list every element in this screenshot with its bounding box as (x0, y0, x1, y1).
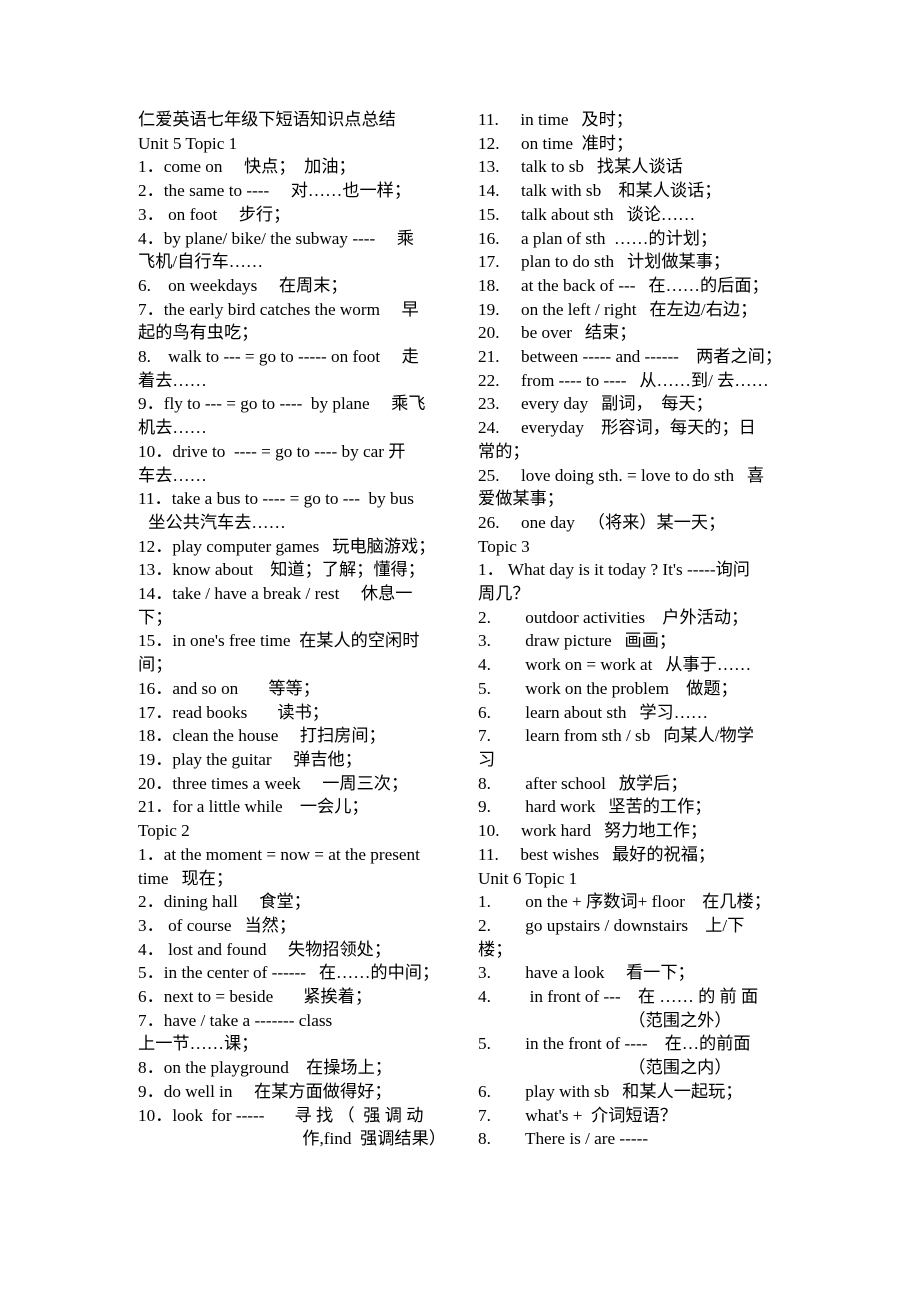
right-column-line: 9. hard work 坚苦的工作； (478, 797, 712, 817)
right-column-line: 2. go upstairs / downstairs 上/下 (478, 915, 745, 935)
left-column-line: 下； (138, 607, 173, 627)
left-column-line: 21．for a little while 一会儿； (138, 797, 369, 817)
right-column-line: 4. in front of --- 在 …… 的 前 面 (478, 987, 759, 1007)
left-column-line: 10．look for ----- 寻 找 （ 强 调 动 (138, 1105, 424, 1125)
left-column-line: 9．fly to --- = go to ---- by plane 乘飞 (138, 394, 426, 414)
right-column-line: 19. on the left / right 在左边/右边； (478, 299, 758, 319)
right-column-line: Unit 6 Topic 1 (478, 868, 578, 888)
left-column-line: 起的鸟有虫吃； (138, 323, 259, 343)
left-column-line: 机去…… (138, 418, 207, 438)
right-column-line: 1． What day is it today ? It's -----询问 (478, 560, 750, 580)
left-column-line: 7．the early bird catches the worm 早 (138, 299, 419, 319)
right-column-line: 26. one day （将来）某一天； (478, 512, 726, 532)
left-column-line: 3． of course 当然； (138, 915, 297, 935)
left-column-line: 13．know about 知道；了解；懂得； (138, 560, 425, 580)
right-column-line: 24. everyday 形容词，每天的；日 (478, 418, 756, 438)
document-page: 仁爱英语七年级下短语知识点总结 Unit 5 Topic 1 1．come on 快… (0, 0, 920, 1302)
left-column-line: 间； (138, 655, 173, 675)
right-column-line: 17. plan to do sth 计划做某事； (478, 252, 731, 272)
right-column-line: 16. a plan of sth ……的计划； (478, 228, 718, 248)
right-column-line: 6. learn about sth 学习…… (478, 702, 709, 722)
left-column-line: time 现在； (138, 868, 234, 888)
left-column-line: 20．three times a week 一周三次； (138, 773, 409, 793)
left-column-line: 着去…… (138, 370, 207, 390)
right-column-line: 7. what's + 介词短语？ (478, 1105, 677, 1125)
right-column-line: 习 (478, 749, 496, 769)
right-column-line: Topic 3 (478, 536, 530, 556)
left-column-line: 2．the same to ---- 对……也一样； (138, 181, 412, 201)
left-column-line: 8．on the playground 在操场上； (138, 1058, 392, 1078)
right-column-line: 1. on the + 序数词+ floor 在几楼； (478, 892, 771, 912)
left-column-line: 上一节……课； (138, 1034, 259, 1054)
left-column-line: 5．in the center of ------ 在……的中间； (138, 963, 440, 983)
left-column-line: 仁爱英语七年级下短语知识点总结 (138, 110, 396, 129)
right-column-line: 18. at the back of --- 在……的后面； (478, 275, 769, 295)
left-column-line: Topic 2 (138, 821, 190, 841)
left-column-line: 3． on foot 步行； (138, 204, 291, 224)
left-column-line: Unit 5 Topic 1 (138, 133, 238, 153)
left-column-line: 6. on weekdays 在周末； (138, 275, 348, 295)
right-column-line: 楼； (478, 939, 513, 959)
right-column-line: 3. have a look 看一下； (478, 963, 695, 983)
right-column-line: （范围之内） (628, 1058, 732, 1078)
left-column-line: 坐公共汽车去…… (144, 512, 286, 532)
left-column-line: 4． lost and found 失物招领处； (138, 939, 392, 959)
right-column-line: 20. be over 结束； (478, 323, 637, 343)
right-column-line: 8. after school 放学后； (478, 773, 688, 793)
left-column-line: 作,find 强调结果） (302, 1129, 446, 1149)
left-column-line: 15．in one's free time 在某人的空闲时 (138, 631, 420, 651)
right-column-line: 14. talk with sb 和某人谈话； (478, 181, 722, 201)
right-column-line: 25. love doing sth. = love to do sth 喜 (478, 465, 765, 485)
right-column-line: 22. from ---- to ---- 从……到/ 去…… (478, 370, 769, 390)
right-column-line: 7. learn from sth / sb 向某人/物学 (478, 726, 754, 746)
right-column-line: 8. There is / are ----- (478, 1129, 649, 1149)
left-column-line: 7．have / take a ------- class (138, 1010, 333, 1030)
right-column-line: 常的； (478, 441, 530, 461)
left-column-line: 18．clean the house 打扫房间； (138, 726, 386, 746)
right-column-line: 13. talk to sb 找某人谈话 (478, 157, 683, 177)
two-column-body: 仁爱英语七年级下短语知识点总结 Unit 5 Topic 1 1．come on 快… (138, 108, 812, 1151)
left-column-line: 14．take / have a break / rest 休息一 (138, 584, 413, 604)
right-column-line: 12. on time 准时； (478, 133, 634, 153)
right-column-line: 11. in time 及时； (478, 110, 633, 129)
left-column-line: 16．and so on 等等； (138, 678, 320, 698)
right-column-line: 21. between ----- and ------ 两者之间； (478, 347, 783, 367)
right-column-line: （范围之外） (628, 1010, 732, 1030)
left-column-line: 6．next to = beside 紧挨着； (138, 987, 373, 1007)
left-column-line: 12．play computer games 玩电脑游戏； (138, 536, 436, 556)
right-column-line: 周几？ (478, 584, 530, 604)
right-column-line: 15. talk about sth 谈论…… (478, 204, 696, 224)
left-column-line: 飞机/自行车…… (138, 252, 264, 272)
left-column-line: 10．drive to ---- = go to ---- by car 开 (138, 441, 406, 461)
left-column-line: 11．take a bus to ---- = go to --- by bus (138, 489, 414, 509)
right-column-line: 5. work on the problem 做题； (478, 678, 738, 698)
right-column-line: 6. play with sb 和某人一起玩； (478, 1081, 743, 1101)
right-column-line: 3. draw picture 画画； (478, 631, 677, 651)
left-column-line: 8. walk to --- = go to ----- on foot 走 (138, 347, 419, 367)
left-column-line: 车去…… (138, 465, 207, 485)
left-column-line: 9．do well in 在某方面做得好； (138, 1081, 392, 1101)
left-column-line: 2．dining hall 食堂； (138, 892, 311, 912)
right-column-line: 爱做某事； (478, 489, 564, 509)
right-column-line: 11. best wishes 最好的祝福； (478, 844, 716, 864)
right-text-column: 11. in time 及时； 12. on time 准时； 13. talk t… (478, 108, 812, 1151)
right-column-line: 2. outdoor activities 户外活动； (478, 607, 749, 627)
left-column-line: 1．at the moment = now = at the present (138, 844, 420, 864)
left-column-line: 1．come on 快点； 加油； (138, 157, 356, 177)
left-column-line: 19．play the guitar 弹吉他； (138, 749, 362, 769)
right-column-line: 5. in the front of ---- 在…的前面 (478, 1034, 751, 1054)
left-column-line: 4．by plane/ bike/ the subway ---- 乘 (138, 228, 414, 248)
right-column-line: 4. work on = work at 从事于…… (478, 655, 752, 675)
left-text-column: 仁爱英语七年级下短语知识点总结 Unit 5 Topic 1 1．come on 快… (138, 108, 446, 1151)
right-column-line: 10. work hard 努力地工作； (478, 821, 708, 841)
right-column-line: 23. every day 副词， 每天； (478, 394, 713, 414)
left-column-line: 17．read books 读书； (138, 702, 329, 722)
